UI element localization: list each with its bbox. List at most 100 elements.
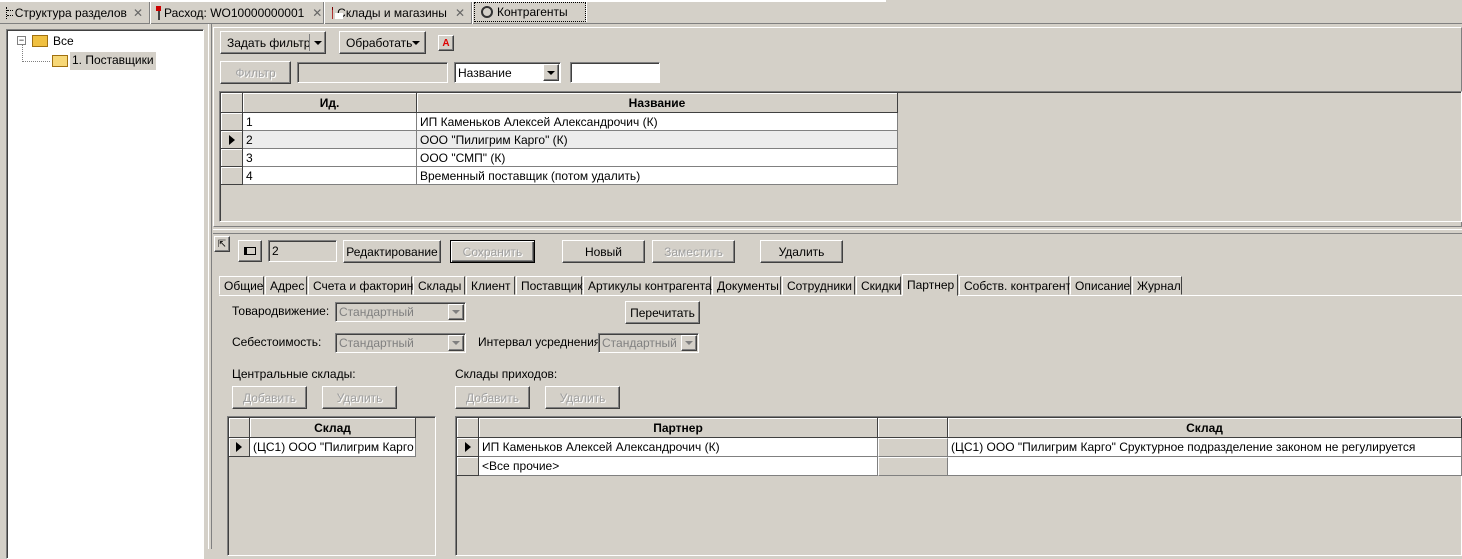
tree-icon xyxy=(6,7,13,19)
add-central-button[interactable]: Добавить xyxy=(232,386,307,409)
column-header-warehouse[interactable]: Склад xyxy=(250,418,416,438)
row-indicator-current[interactable] xyxy=(221,131,243,149)
pin-button[interactable] xyxy=(238,240,262,262)
chevron-down-icon xyxy=(452,341,460,345)
save-button[interactable]: Сохранить xyxy=(450,240,535,263)
row-button-cell[interactable] xyxy=(878,438,948,457)
tab-general[interactable]: Общие xyxy=(219,276,264,295)
collapse-icon[interactable]: ⇱ xyxy=(214,236,230,252)
font-a-button[interactable]: A xyxy=(438,35,454,51)
tab-partner[interactable]: Партнер xyxy=(902,274,958,296)
tab-accounts[interactable]: Счета и факторинг xyxy=(308,276,418,295)
tab-supplier[interactable]: Поставщик xyxy=(516,276,583,295)
tab-employees[interactable]: Сотрудники xyxy=(782,276,855,295)
row-indicator-current[interactable] xyxy=(457,438,479,457)
chevron-down-icon xyxy=(547,70,555,75)
delete-button[interactable]: Удалить xyxy=(760,240,843,263)
table-row-name[interactable]: ООО "СМП" (К) xyxy=(417,149,898,167)
close-icon[interactable]: ✕ xyxy=(312,6,322,20)
filter-apply-button[interactable]: Фильтр xyxy=(220,61,291,84)
set-filter-button[interactable]: Задать фильтр xyxy=(220,31,326,54)
tree-item-suppliers[interactable]: 1. Поставщики xyxy=(70,52,156,70)
filter-display-field xyxy=(297,62,448,83)
pin-icon xyxy=(244,247,256,255)
top-tab-bar: Структура разделов ✕ Расход: WO100000000… xyxy=(0,0,1462,24)
reread-button[interactable]: Перечитать xyxy=(625,301,700,324)
table-row-name[interactable]: ИП Каменьков Алексей Александрочич (К) xyxy=(417,113,898,131)
process-button[interactable]: Обработать xyxy=(339,31,426,54)
tab-client[interactable]: Клиент xyxy=(466,276,515,295)
record-id-field: 2 xyxy=(268,240,337,262)
filter-value-input[interactable] xyxy=(570,62,660,83)
row-indicator[interactable] xyxy=(221,113,243,131)
table-row-store[interactable]: (ЦС1) ООО "Пилигрим Карго" Сруктурное по… xyxy=(948,438,1462,457)
current-row-arrow-icon xyxy=(464,442,471,452)
table-row-warehouse[interactable]: (ЦС1) ООО "Пилигрим Карго xyxy=(250,438,416,457)
close-icon[interactable]: ✕ xyxy=(455,6,465,20)
column-header-name[interactable]: Название xyxy=(417,93,898,113)
cost-label: Себестоимость: xyxy=(232,335,322,349)
chevron-down-icon xyxy=(412,40,420,45)
tab-articles[interactable]: Артикулы контрагента xyxy=(583,276,712,295)
tab-own-contractor[interactable]: Собств. контрагент xyxy=(959,276,1071,295)
row-indicator[interactable] xyxy=(221,149,243,167)
chevron-down-icon xyxy=(685,341,693,345)
tab-address[interactable]: Адрес xyxy=(265,276,307,295)
column-header-id[interactable]: Ид. xyxy=(243,93,417,113)
tab-expense[interactable]: Расход: WO10000000001 ✕ xyxy=(152,2,324,24)
tab-warehouses[interactable]: Склады и магазины ✕ xyxy=(326,2,472,24)
gear-icon xyxy=(481,6,493,18)
movement-select[interactable]: Стандартный xyxy=(335,302,466,322)
column-header-store[interactable]: Склад xyxy=(948,418,1462,438)
current-row-arrow-icon xyxy=(236,442,242,452)
table-row-partner[interactable]: ИП Каменьков Алексей Александрочич (К) xyxy=(479,438,878,457)
tab-documents[interactable]: Документы xyxy=(712,276,781,295)
table-row-name[interactable]: Временный поставщик (потом удалить) xyxy=(417,167,898,185)
replace-button[interactable]: Заместить xyxy=(652,240,735,263)
tree-expander[interactable]: − xyxy=(17,36,26,45)
folder-open-icon xyxy=(52,55,68,67)
tab-description[interactable]: Описание xyxy=(1070,276,1131,295)
tab-contractors[interactable]: Контрагенты xyxy=(474,2,586,22)
tree-panel: − Все 1. Поставщики xyxy=(6,29,204,559)
tree-root[interactable]: Все xyxy=(53,34,74,48)
table-row-id[interactable]: 3 xyxy=(243,149,417,167)
table-row-store[interactable] xyxy=(948,457,1462,476)
row-indicator-current[interactable] xyxy=(229,438,250,457)
new-button[interactable]: Новый xyxy=(562,240,645,263)
tab-journal[interactable]: Журнал xyxy=(1132,276,1182,295)
tab-discounts[interactable]: Скидки xyxy=(856,276,901,295)
table-row-id[interactable]: 1 xyxy=(243,113,417,131)
document-icon xyxy=(156,5,161,20)
movement-label: Товародвижение: xyxy=(232,304,330,318)
table-row-id[interactable]: 4 xyxy=(243,167,417,185)
tab-stores[interactable]: Склады xyxy=(413,276,465,295)
cost-select[interactable]: Стандартный xyxy=(335,333,466,353)
receipt-warehouses-label: Склады приходов: xyxy=(455,367,558,381)
interval-label: Интервал усреднения: xyxy=(478,335,604,349)
close-icon[interactable]: ✕ xyxy=(133,6,143,20)
vertical-splitter[interactable] xyxy=(208,24,212,549)
row-button-cell[interactable] xyxy=(878,457,948,476)
interval-select[interactable]: Стандартный xyxy=(598,333,699,353)
chevron-down-icon xyxy=(313,40,322,45)
edit-button[interactable]: Редактирование xyxy=(343,240,441,263)
row-indicator[interactable] xyxy=(221,167,243,185)
folder-icon xyxy=(32,35,48,47)
remove-receipt-button[interactable]: Удалить xyxy=(545,386,620,409)
column-header-partner[interactable]: Партнер xyxy=(479,418,878,438)
tab-structure[interactable]: Структура разделов ✕ xyxy=(0,2,150,24)
add-receipt-button[interactable]: Добавить xyxy=(455,386,530,409)
row-indicator[interactable] xyxy=(457,457,479,476)
remove-central-button[interactable]: Удалить xyxy=(322,386,397,409)
table-row-name[interactable]: ООО "Пилигрим Карго" (К) xyxy=(417,131,898,149)
table-row-id[interactable]: 2 xyxy=(243,131,417,149)
horizontal-splitter[interactable] xyxy=(213,229,1462,234)
field-select[interactable]: Название xyxy=(454,62,561,83)
chevron-down-icon xyxy=(452,310,460,314)
current-row-arrow-icon xyxy=(228,134,235,145)
warehouse-icon xyxy=(332,7,343,19)
table-row-partner[interactable]: <Все прочие> xyxy=(479,457,878,476)
central-warehouses-label: Центральные склады: xyxy=(232,367,356,381)
detail-tab-bar: Общие Адрес Счета и факторинг Склады Кли… xyxy=(219,274,1462,297)
